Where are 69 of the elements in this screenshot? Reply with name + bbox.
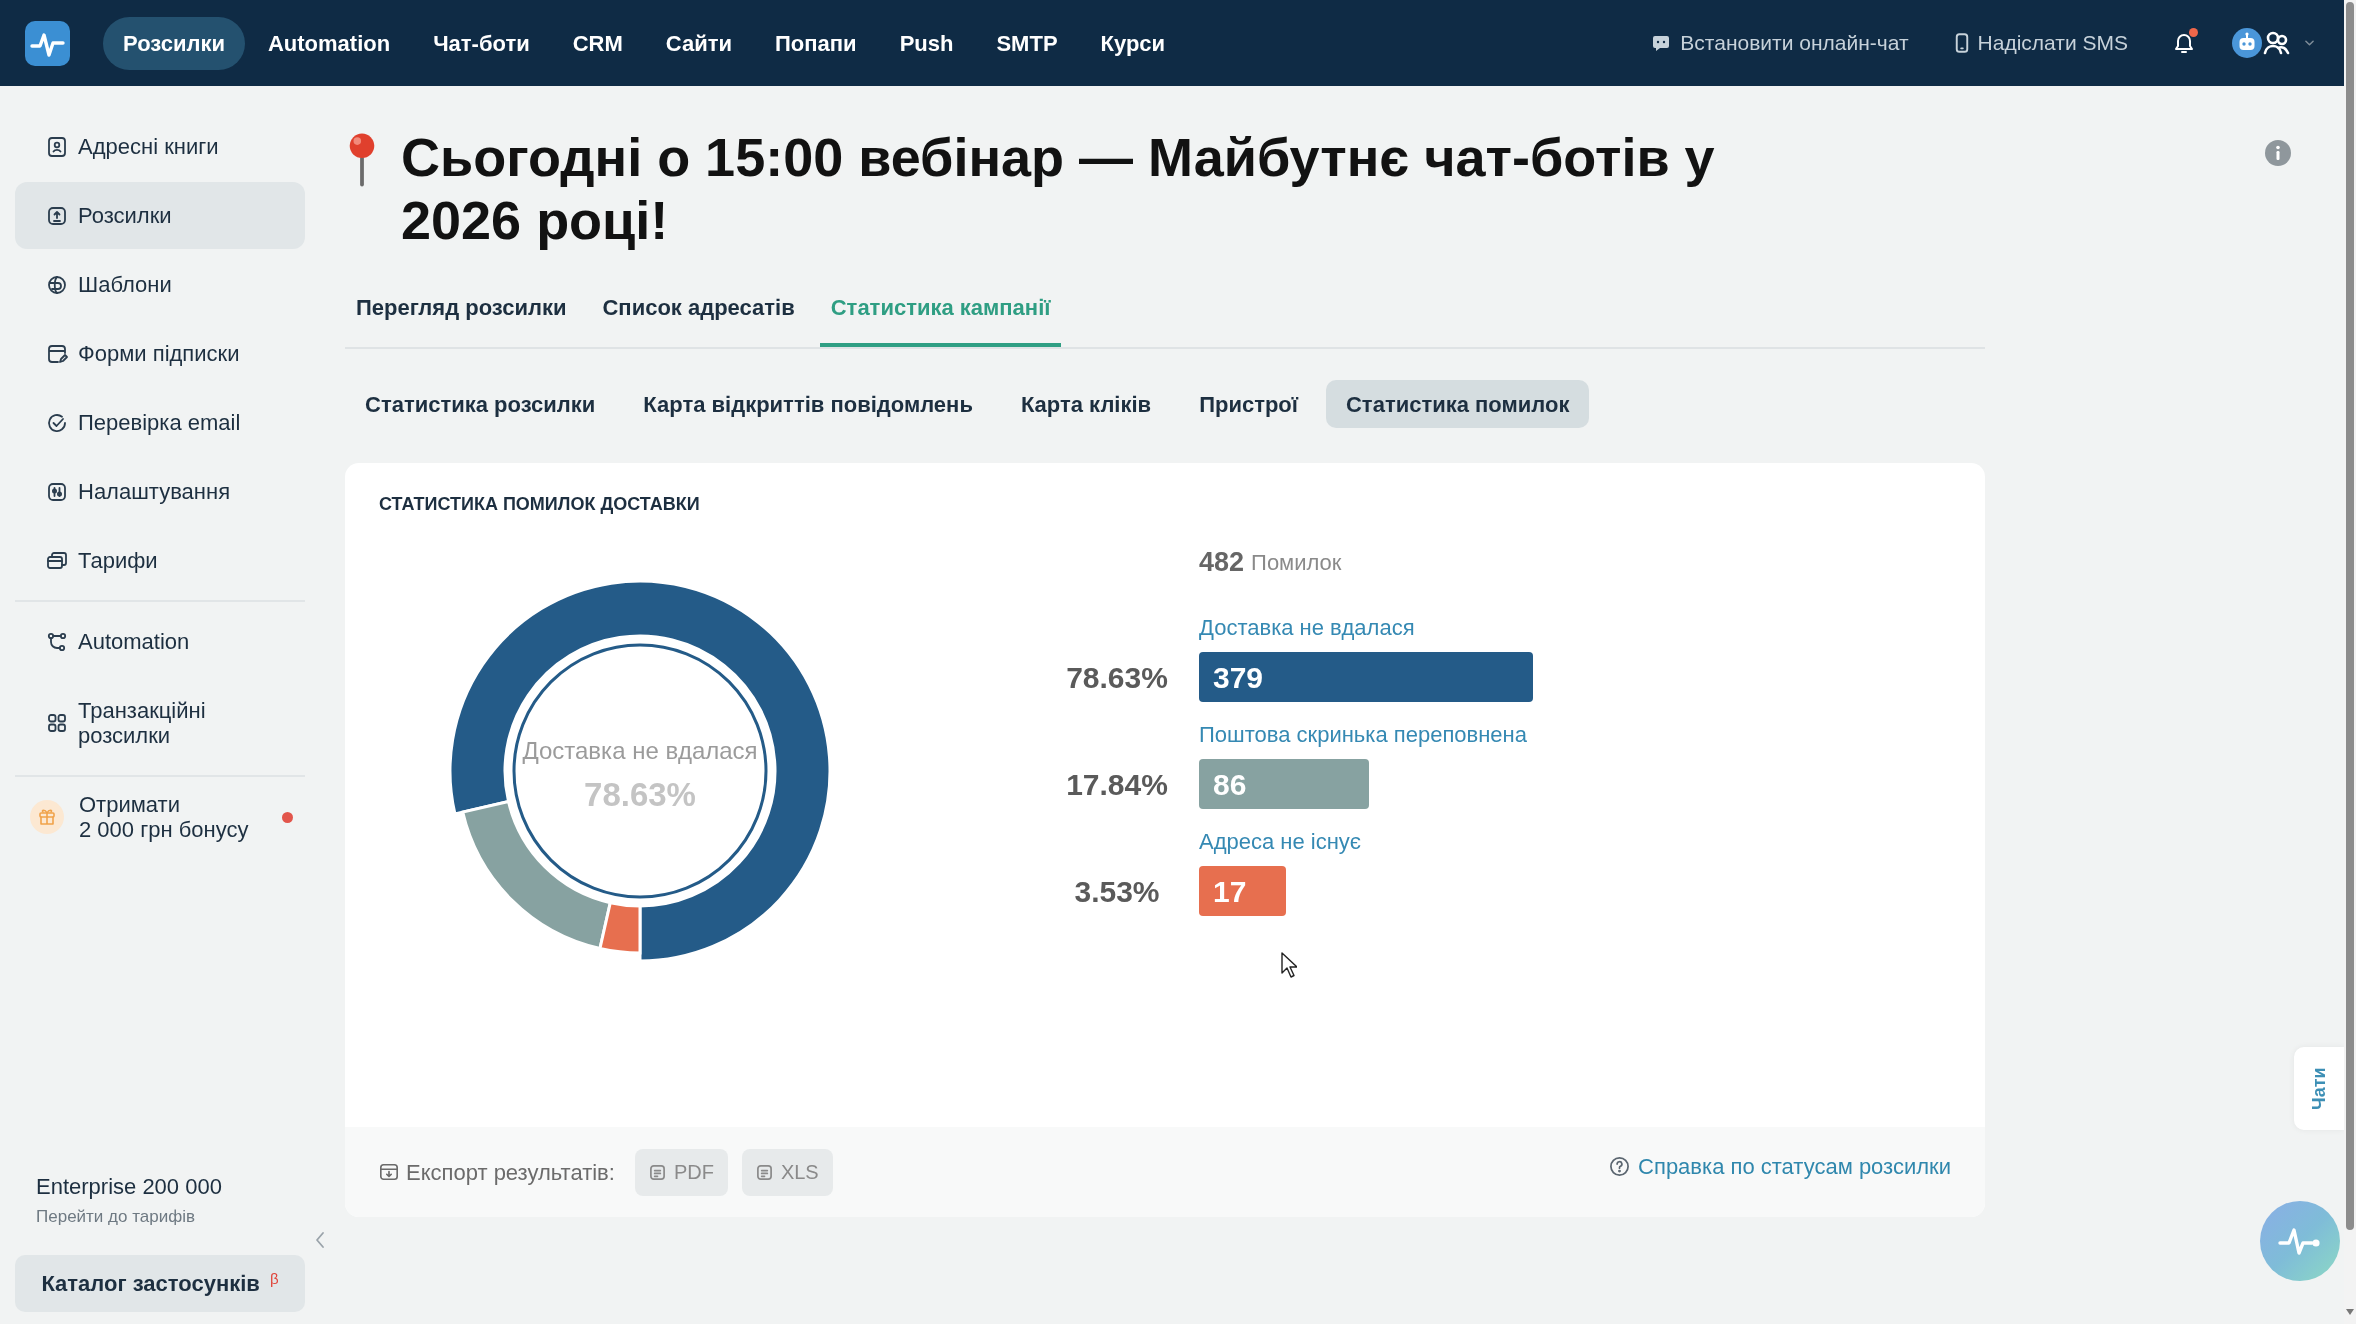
percent-value: 3.53% [1074, 873, 1160, 910]
subtab[interactable]: Пристрої [1179, 380, 1318, 428]
total-label: Помилок [1251, 548, 1342, 577]
sidebar-item[interactable]: Форми підписки [15, 320, 305, 387]
sidebar-item[interactable]: Тарифи [15, 527, 305, 594]
percent-value: 17.84% [1066, 766, 1168, 803]
document-icon [755, 1163, 773, 1181]
chevron-left-icon[interactable] [315, 1231, 325, 1249]
nav-tab[interactable]: Чат-боти [413, 16, 550, 70]
sidebar-item[interactable]: Шаблони [15, 251, 305, 318]
mouse-cursor-icon [1281, 952, 1297, 978]
account-button[interactable] [2231, 27, 2314, 59]
scroll-down-arrow-icon[interactable] [2345, 1308, 2355, 1316]
app-catalog-button[interactable]: Каталог застосунків $^{β}$ [15, 1255, 305, 1312]
chats-side-tab[interactable]: Чати [2294, 1047, 2344, 1130]
caret-down-icon [2305, 40, 2314, 46]
chat-bubble-icon [1651, 33, 1672, 53]
card-title: СТАТИСТИКА ПОМИЛОК ДОСТАВКИ [379, 493, 700, 515]
sidebar-item[interactable]: Налаштування [15, 458, 305, 525]
bell-icon [2172, 31, 2196, 55]
help-link[interactable]: Справка по статусам розсилки [1609, 1149, 1951, 1183]
sidebar-item[interactable]: Розсилки [15, 182, 305, 249]
subtab[interactable]: Статистика помилок [1326, 380, 1590, 428]
pricing-link[interactable]: Перейти до тарифів [36, 1206, 195, 1228]
count-bar: 17 [1199, 866, 1286, 916]
subtab[interactable]: Карта кліків [1000, 380, 1172, 428]
sidebar-item[interactable]: Адресні книги [15, 113, 305, 180]
nav-tab[interactable]: Сайти [645, 16, 753, 70]
export-box-icon [379, 1162, 399, 1182]
logo-icon[interactable] [25, 20, 70, 66]
send-sms-button[interactable]: Надіслати SMS [1954, 27, 2128, 59]
subtab[interactable]: Статистика розсилки [345, 380, 616, 428]
robot-avatar-icon [2231, 27, 2263, 59]
scrollbar-thumb[interactable] [2346, 2, 2354, 1230]
count-bar: 86 [1199, 759, 1369, 809]
bonus-item[interactable]: Отримати 2 000 грн бонусу [15, 783, 305, 851]
category-label: Доставка не вдалася [1199, 615, 1415, 641]
donut-center-label: Доставка не вдалася [521, 736, 759, 766]
grid-icon [45, 711, 69, 735]
nav-tab[interactable]: Курси [1080, 16, 1186, 70]
document-icon [648, 1163, 666, 1181]
count-bar: 379 [1199, 652, 1533, 702]
total-count: 482 [1199, 545, 1245, 579]
pulse-icon [2278, 1226, 2322, 1256]
nav-tab[interactable]: Розсилки [103, 16, 245, 70]
nav-tab[interactable]: Попапи [755, 16, 877, 70]
tab[interactable]: Перегляд розсилки [345, 269, 578, 347]
sidebar-item[interactable]: Automation [15, 608, 305, 675]
info-icon[interactable] [2265, 140, 2291, 166]
phone-icon [1954, 32, 1969, 54]
nav-tab[interactable]: Push [879, 16, 974, 70]
install-chat-button[interactable]: Встановити онлайн-чат [1651, 27, 1909, 59]
help-circle-icon [1609, 1155, 1631, 1177]
nav-tab[interactable]: CRM [552, 16, 643, 70]
sidebar-item[interactable]: Перевірка email [15, 389, 305, 456]
page-title: Сьогодні о 15:00 вебінар — Майбутнє чат-ботів у 2026 році! [401, 126, 1716, 252]
nav-tab[interactable]: SMTP [976, 16, 1078, 70]
tab[interactable]: Список адресатів [591, 269, 806, 347]
contact-book-icon [45, 134, 69, 159]
gift-icon [30, 800, 64, 834]
sidebar-item[interactable]: Транзакційні розсилки [15, 677, 305, 769]
category-label: Адреса не існує [1199, 829, 1362, 855]
subtab[interactable]: Карта відкриттів повідомлень [623, 380, 993, 428]
category-label: Поштова скринька переповнена [1199, 722, 1527, 748]
nav-tab[interactable]: Automation [247, 16, 411, 70]
donut-center-value: 78.63% [583, 775, 697, 815]
plan-name: Enterprise 200 000 [35, 1173, 222, 1201]
percent-value: 78.63% [1066, 659, 1168, 696]
export-label: Експорт результатів: [406, 1158, 615, 1187]
